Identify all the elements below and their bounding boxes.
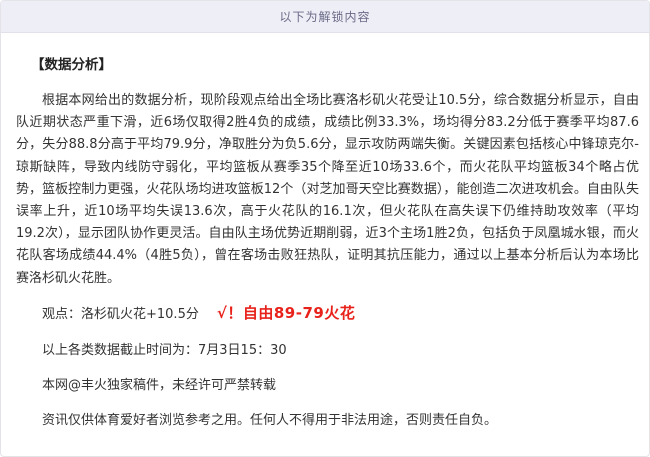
result-text: √！自由89-79火花 bbox=[216, 304, 356, 323]
viewpoint-label: 观点：洛杉矶火花+10.5分 bbox=[42, 307, 199, 323]
article-content: 【数据分析】 根据本网给出的数据分析，现阶段观点给出全场比赛洛杉矶火花受让10.… bbox=[1, 53, 649, 429]
section-title: 【数据分析】 bbox=[31, 57, 112, 73]
copyright-notice: 本网@丰火独家稿件，未经许可严禁转载 bbox=[42, 377, 277, 393]
banner-text: 以下为解锁内容 bbox=[279, 10, 371, 24]
analysis-paragraph: 根据本网给出的数据分析，现阶段观点给出全场比赛洛杉矶火花受让10.5分，综合数据… bbox=[16, 93, 639, 286]
article-frame: 以下为解锁内容 【数据分析】 根据本网给出的数据分析，现阶段观点给出全场比赛洛杉… bbox=[0, 0, 650, 457]
unlocked-content-banner: 以下为解锁内容 bbox=[1, 1, 649, 33]
data-cutoff-time: 以上各类数据截止时间为：7月3日15：30 bbox=[42, 342, 287, 358]
disclaimer-text: 资讯仅供体育爱好者浏览参考之用。任何人不得用于非法用途，否则责任自负。 bbox=[42, 412, 498, 428]
viewpoint-line: 观点：洛杉矶火花+10.5分 √！自由89-79火花 bbox=[16, 302, 639, 324]
